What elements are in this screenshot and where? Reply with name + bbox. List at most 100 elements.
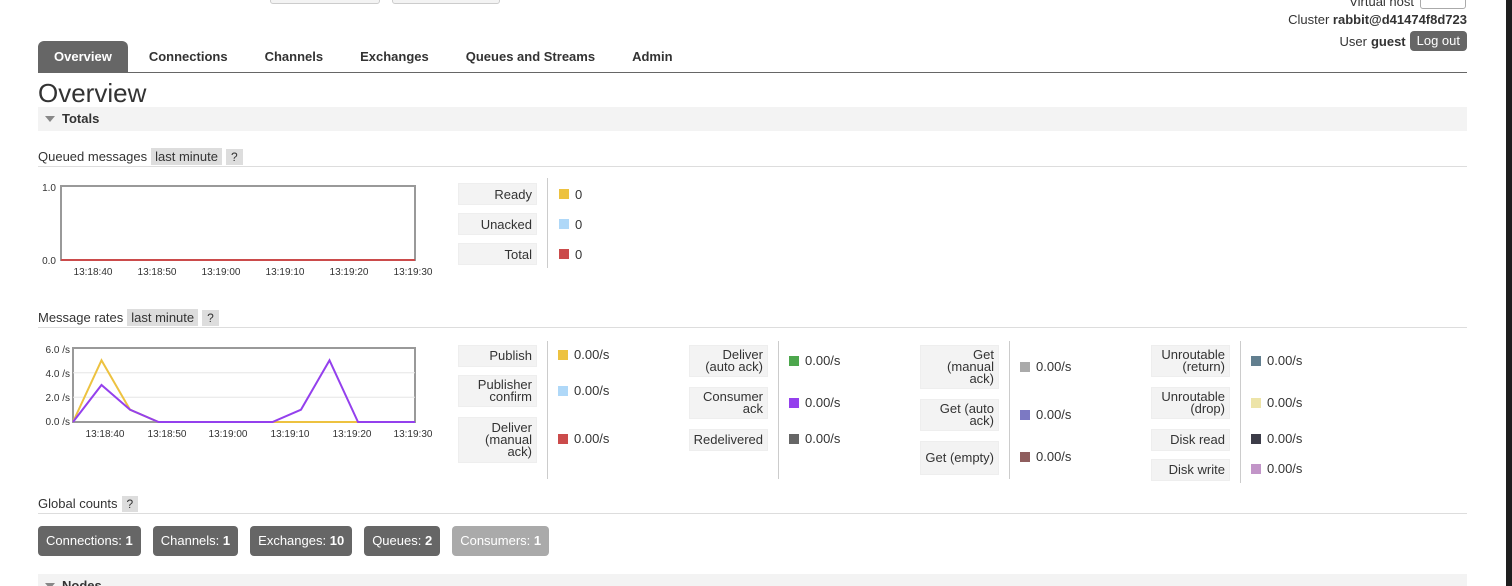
rate-legend-value: 0.00/s [558, 383, 609, 398]
count-value: 2 [424, 533, 433, 548]
swatch-icon [1020, 409, 1030, 420]
y-tick-label: 0.0 [42, 256, 56, 267]
legend-value: 0 [559, 247, 582, 262]
rate-legend-value: 0.00/s [789, 395, 840, 410]
tab-queues-and-streams[interactable]: Queues and Streams [450, 41, 611, 72]
message-rates-header: Message rates last minute ? [38, 308, 1467, 328]
rate-legend-value: 0.00/s [789, 431, 840, 446]
global-counts-label: Global counts [38, 496, 118, 511]
legend-value-text: 0 [575, 216, 583, 232]
tab-admin[interactable]: Admin [616, 41, 688, 72]
rate-legend-label: Get (empty) [920, 441, 999, 475]
count-value: 10 [329, 533, 345, 548]
right-edge-panel [1506, 0, 1512, 586]
legend-divider [547, 341, 548, 479]
swatch-icon [1251, 355, 1261, 366]
swatch-icon [559, 219, 569, 229]
rate-legend-label: Disk write [1151, 459, 1230, 481]
legend-row-ready: Ready 0 [458, 183, 582, 205]
swatch-icon [789, 355, 799, 366]
rate-value-text: 0.00/s [574, 347, 610, 362]
y-tick-label: 4.0 /s [46, 369, 70, 380]
rate-legend-value: 0.00/s [1251, 461, 1302, 476]
rate-legend-value: 0.00/s [558, 347, 609, 362]
count-label: Consumers: [460, 533, 531, 548]
global-counts-header: Global counts ? [38, 494, 1467, 514]
legend-value-text: 0 [575, 186, 583, 202]
rate-value-text: 0.00/s [1267, 395, 1303, 410]
legend-value-text: 0 [575, 246, 583, 262]
rate-value-text: 0.00/s [805, 395, 841, 410]
rate-legend-label: Get (auto ack) [920, 399, 999, 431]
count-value: 1 [533, 533, 542, 548]
rate-value-text: 0.00/s [805, 431, 841, 446]
vhost-select[interactable] [1420, 0, 1466, 9]
legend-divider [1240, 341, 1241, 483]
swatch-icon [1020, 361, 1030, 372]
legend-divider [1009, 341, 1010, 479]
rate-legend-value: 0.00/s [558, 431, 609, 446]
nodes-section-toggle[interactable]: Nodes [38, 574, 1467, 586]
rate-value-text: 0.00/s [1036, 359, 1072, 374]
swatch-icon [1251, 397, 1261, 408]
swatch-icon [558, 433, 568, 444]
rate-legend-value: 0.00/s [1251, 353, 1302, 368]
tab-exchanges[interactable]: Exchanges [344, 41, 445, 72]
count-label: Connections: [46, 533, 122, 548]
rate-legend-label: Redelivered [689, 429, 768, 451]
x-tick-label: 13:18:40 [74, 267, 113, 278]
nodes-label: Nodes [62, 578, 102, 586]
rate-legend-label: Unroutable (return) [1151, 345, 1230, 377]
tab-connections[interactable]: Connections [133, 41, 244, 72]
global-counts-help-button[interactable]: ? [121, 495, 139, 512]
rate-value-text: 0.00/s [1267, 461, 1303, 476]
legend-value: 0 [559, 187, 582, 202]
rate-value-text: 0.00/s [805, 353, 841, 368]
rate-legend-value: 0.00/s [789, 353, 840, 368]
rate-legend-value: 0.00/s [1251, 395, 1302, 410]
rate-legend-value: 0.00/s [1251, 431, 1302, 446]
global-counts-list: Connections: 1 Channels: 1 Exchanges: 10… [38, 526, 550, 556]
rate-legend-label: Deliver (manual ack) [458, 417, 537, 463]
count-connections[interactable]: Connections: 1 [38, 526, 141, 556]
queued-messages-label: Queued messages [38, 149, 148, 164]
x-tick-label: 13:19:20 [330, 267, 369, 278]
cluster-info: Cluster rabbit@d41474f8d723 [1288, 12, 1467, 27]
count-value: 1 [125, 533, 133, 548]
page-title: Overview [38, 78, 147, 108]
vhost-label: Virtual host [1349, 0, 1414, 9]
tab-overview[interactable]: Overview [38, 41, 128, 72]
count-label: Channels: [160, 533, 220, 548]
queued-legend: Ready 0 Unacked 0 Total 0 [458, 183, 582, 265]
legend-divider [778, 341, 779, 479]
rate-legend-label: Unroutable (drop) [1151, 387, 1230, 419]
main-nav-tabs: Overview Connections Channels Exchanges … [38, 41, 1467, 73]
queued-range-selector[interactable]: last minute [151, 148, 222, 165]
swatch-icon [558, 385, 568, 396]
cluster-label: Cluster [1288, 12, 1330, 27]
x-tick-label: 13:18:40 [86, 429, 125, 440]
rates-help-button[interactable]: ? [202, 309, 219, 326]
count-consumers[interactable]: Consumers: 1 [452, 526, 550, 556]
swatch-icon [1020, 451, 1030, 462]
x-tick-label: 13:19:20 [333, 429, 372, 440]
x-tick-label: 13:19:30 [394, 429, 433, 440]
count-label: Exchanges: [258, 533, 327, 548]
collapse-triangle-icon [45, 116, 55, 122]
count-channels[interactable]: Channels: 1 [152, 526, 239, 556]
message-rates-chart: 6.0 /s 4.0 /s 2.0 /s 0.0 /s 13:18:40 13:… [46, 345, 433, 440]
queued-help-button[interactable]: ? [226, 148, 243, 165]
rate-value-text: 0.00/s [1267, 353, 1303, 368]
rates-range-selector[interactable]: last minute [127, 309, 199, 326]
count-queues[interactable]: Queues: 2 [364, 526, 441, 556]
tab-channels[interactable]: Channels [249, 41, 340, 72]
queued-messages-header: Queued messages last minute ? [38, 147, 1467, 167]
header-filter-ghost-1 [270, 0, 380, 4]
legend-label: Total [458, 243, 537, 265]
x-tick-label: 13:19:00 [209, 429, 248, 440]
plot-area [60, 185, 416, 261]
totals-section-toggle[interactable]: Totals [38, 107, 1467, 131]
count-exchanges[interactable]: Exchanges: 10 [250, 526, 353, 556]
swatch-icon [558, 349, 568, 360]
legend-row-unacked: Unacked 0 [458, 213, 582, 235]
